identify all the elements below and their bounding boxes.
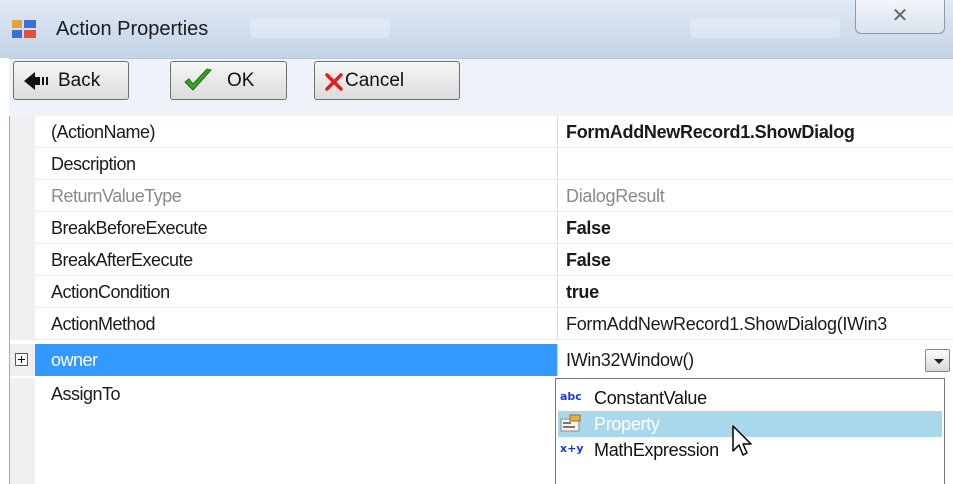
selection-highlight [35, 344, 557, 376]
property-value[interactable]: true [566, 282, 599, 303]
back-button[interactable]: Back [13, 61, 129, 100]
property-name: Description [51, 154, 136, 174]
cell-separator [557, 308, 558, 340]
cancel-x-icon [325, 73, 343, 91]
cell-separator [557, 276, 558, 308]
property-row-returnvaluetype[interactable]: ReturnValueType DialogResult [10, 180, 953, 212]
property-row-actioncondition[interactable]: ActionCondition true [10, 276, 953, 308]
cell-separator [557, 148, 558, 180]
mouse-pointer-icon [732, 425, 752, 456]
row-gutter [10, 116, 35, 148]
row-divider [35, 339, 953, 340]
property-value[interactable]: False [566, 250, 611, 271]
property-value[interactable]: FormAddNewRecord1.ShowDialog [566, 122, 855, 143]
cell-separator [557, 212, 558, 244]
row-gutter [10, 276, 35, 308]
title-bar: Action Properties ✕ [0, 0, 953, 58]
property-value: DialogResult [566, 186, 665, 206]
cell-separator [557, 180, 558, 212]
expand-plus-icon[interactable] [15, 353, 28, 366]
gutter-fill [10, 410, 35, 484]
property-name: ActionMethod [51, 314, 156, 334]
property-value[interactable]: IWin32Window() [566, 350, 694, 371]
property-name: owner [51, 350, 98, 370]
abc-icon: abc [560, 390, 582, 403]
close-icon: ✕ [891, 5, 909, 27]
row-gutter [10, 244, 35, 276]
cancel-button[interactable]: Cancel [314, 61, 460, 100]
background-blur [690, 18, 840, 38]
close-button[interactable]: ✕ [855, 0, 945, 34]
checkmark-icon [184, 68, 212, 91]
property-name: BreakAfterExecute [51, 250, 193, 270]
property-row-breakafterexecute[interactable]: BreakAfterExecute False [10, 244, 953, 276]
property-icon [560, 414, 581, 432]
dropdown-item-label: Property [594, 414, 660, 434]
row-gutter [10, 212, 35, 244]
dropdown-arrow-button[interactable] [925, 349, 950, 372]
property-value[interactable]: FormAddNewRecord1.ShowDialog(IWin3 [566, 314, 887, 335]
dropdown-item-constantvalue[interactable]: abc ConstantValue [558, 385, 942, 411]
back-arrow-icon [24, 72, 48, 90]
property-name: ActionCondition [51, 282, 170, 302]
property-name: ReturnValueType [51, 186, 182, 206]
cell-separator [557, 244, 558, 276]
property-row-actionmethod[interactable]: ActionMethod FormAddNewRecord1.ShowDialo… [10, 308, 953, 340]
cancel-label: Cancel [345, 70, 405, 91]
property-row-actionname[interactable]: (ActionName) FormAddNewRecord1.ShowDialo… [10, 116, 953, 148]
row-gutter [10, 378, 35, 410]
ok-button[interactable]: OK [170, 61, 287, 100]
toolbar: Back OK Cancel [9, 58, 953, 116]
row-gutter [10, 148, 35, 180]
property-value[interactable]: False [566, 218, 611, 239]
property-row-owner[interactable]: owner IWin32Window() [10, 344, 953, 376]
cell-separator [557, 344, 558, 376]
ok-label: OK [227, 70, 255, 91]
property-row-description[interactable]: Description [10, 148, 953, 180]
background-blur [250, 18, 390, 38]
cell-separator [557, 116, 558, 148]
property-name: BreakBeforeExecute [51, 218, 208, 238]
row-gutter [10, 308, 35, 340]
dropdown-item-label: MathExpression [594, 440, 719, 460]
back-label: Back [58, 70, 101, 91]
app-icon [12, 20, 36, 38]
dropdown-item-label: ConstantValue [594, 388, 707, 408]
property-name: (ActionName) [51, 122, 156, 142]
row-gutter [10, 180, 35, 212]
window-title: Action Properties [56, 18, 209, 40]
property-name: AssignTo [51, 384, 121, 404]
math-expression-icon: x+y [560, 442, 584, 455]
property-row-breakbeforeexecute[interactable]: BreakBeforeExecute False [10, 212, 953, 244]
